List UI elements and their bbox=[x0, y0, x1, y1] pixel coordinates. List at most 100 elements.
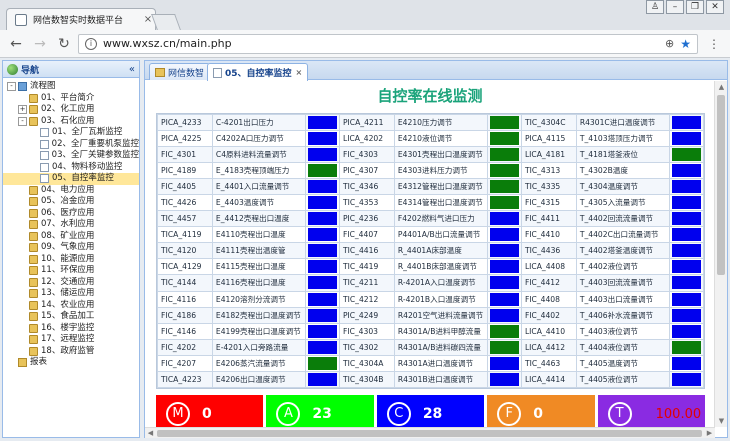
tab-autocontrol-monitor[interactable]: 05、自控率监控 × bbox=[207, 63, 309, 81]
tree-item[interactable]: 04、物料移动监控 bbox=[3, 162, 139, 174]
status-indicator bbox=[487, 354, 522, 372]
tree-item-label: 12、交通应用 bbox=[41, 276, 95, 287]
description-cell: E4303进料压力调节 bbox=[393, 162, 489, 180]
tree-item[interactable]: 16、楼宇监控 bbox=[3, 323, 139, 335]
status-indicator bbox=[487, 194, 522, 212]
doc-icon bbox=[40, 128, 49, 138]
close-tab-icon[interactable]: × bbox=[296, 68, 303, 77]
tree-item[interactable]: 01、平台简介 bbox=[3, 93, 139, 105]
vertical-scrollbar[interactable]: ▲ ▼ bbox=[714, 81, 727, 427]
tree-item[interactable]: 18、政府监管 bbox=[3, 346, 139, 358]
tree-item[interactable]: 10、能源应用 bbox=[3, 254, 139, 266]
description-cell: T_4402回流流量调节 bbox=[575, 210, 671, 228]
description-cell: R-4201A入口温度调节 bbox=[393, 274, 489, 292]
tree-item[interactable]: 03、全厂关键参数监控 bbox=[3, 150, 139, 162]
tree-item[interactable]: 04、电力应用 bbox=[3, 185, 139, 197]
description-cell: E_4403温度调节 bbox=[211, 194, 307, 212]
description-cell: T_4406补水流量调节 bbox=[575, 306, 671, 324]
mode-letter-icon: C bbox=[386, 402, 411, 426]
tree-item[interactable]: 06、医疗应用 bbox=[3, 208, 139, 220]
horizontal-scroll-thumb[interactable] bbox=[157, 430, 702, 437]
browser-tab[interactable]: 网信数智实时数据平台 × bbox=[6, 8, 156, 30]
tag-cell: TIC_4346 bbox=[338, 178, 395, 196]
tree-item-label: 05、冶金应用 bbox=[41, 196, 95, 206]
status-indicator bbox=[669, 210, 704, 228]
tab-home[interactable]: 网信数智 bbox=[149, 63, 211, 80]
folder-icon bbox=[29, 105, 38, 115]
folder-icon bbox=[29, 220, 38, 230]
tree-item[interactable]: 05、冶金应用 bbox=[3, 196, 139, 208]
restore-icon[interactable]: ❐ bbox=[686, 0, 704, 14]
tree-item[interactable]: 13、储运应用 bbox=[3, 288, 139, 300]
site-info-icon[interactable]: i bbox=[85, 37, 97, 50]
tree-item[interactable]: 08、矿业应用 bbox=[3, 231, 139, 243]
description-cell: E4210压力调节 bbox=[393, 113, 489, 132]
mode-count: 23 bbox=[312, 406, 332, 422]
status-indicator bbox=[669, 242, 704, 260]
reload-icon[interactable]: ↻ bbox=[54, 34, 74, 54]
status-indicator bbox=[487, 338, 522, 356]
horizontal-scrollbar[interactable]: ◀ ▶ bbox=[145, 427, 715, 438]
description-cell: T_4304温度调节 bbox=[575, 178, 671, 196]
status-indicator bbox=[669, 290, 704, 308]
collapse-node-icon[interactable]: - bbox=[7, 82, 16, 92]
tag-cell: LICA_4181 bbox=[520, 146, 577, 164]
close-window-icon[interactable]: ✕ bbox=[706, 0, 724, 14]
scroll-up-icon[interactable]: ▲ bbox=[715, 81, 728, 93]
tree-item[interactable]: 01、全厂瓦斯监控 bbox=[3, 127, 139, 139]
tree-item-label: 02、全厂重要机泵监控 bbox=[51, 138, 139, 149]
tree-item[interactable]: 07、水利应用 bbox=[3, 219, 139, 231]
url-text[interactable]: www.wxsz.cn/main.php bbox=[103, 37, 659, 50]
tree-item[interactable]: +02、化工应用 bbox=[3, 104, 139, 116]
tree-item[interactable]: 05、自控率监控 bbox=[3, 173, 139, 185]
scroll-left-icon[interactable]: ◀ bbox=[145, 428, 156, 439]
collapse-node-icon[interactable]: - bbox=[18, 116, 27, 126]
expand-node-icon[interactable]: + bbox=[18, 105, 27, 115]
tag-cell: FIC_4405 bbox=[157, 178, 213, 196]
tree-item-label: 09、气象应用 bbox=[41, 242, 95, 252]
browser-menu-icon[interactable]: ⋮ bbox=[704, 37, 724, 51]
description-cell: R4201空气进料流量调节 bbox=[393, 306, 489, 324]
mode-letter-icon: M bbox=[166, 402, 190, 426]
tag-cell: TICA_4119 bbox=[157, 226, 213, 244]
status-indicator bbox=[305, 322, 340, 340]
collapse-sidebar-icon[interactable]: « bbox=[129, 64, 135, 75]
table-row: FIC_4207 E4206蒸汽流量调节 TIC_4304A R4301A进口温度调节… bbox=[157, 354, 704, 372]
tree-item[interactable]: 12、交通应用 bbox=[3, 277, 139, 289]
table-row: PICA_4233 C-4201出口压力 PICA_4211 E4210压力调节 TIC… bbox=[157, 113, 704, 132]
minimize-icon[interactable]: – bbox=[666, 0, 684, 14]
tree-item[interactable]: 02、全厂重要机泵监控 bbox=[3, 139, 139, 151]
tree-item[interactable]: - 03、石化应用 bbox=[3, 116, 139, 128]
browser-toolbar: ← → ↻ i www.wxsz.cn/main.php ⊕ ★ ⋮ bbox=[0, 30, 730, 58]
tree-item-label: 03、石化应用 bbox=[41, 115, 95, 126]
tree-item[interactable]: - 流程图 bbox=[3, 81, 139, 93]
tag-cell: FIC_4207 bbox=[157, 354, 213, 372]
tree-item-label: 14、农业应用 bbox=[41, 299, 95, 310]
user-icon[interactable]: ♙ bbox=[646, 0, 664, 14]
status-indicator bbox=[305, 130, 340, 148]
tag-cell: LICA_4202 bbox=[338, 130, 395, 148]
tree-item[interactable]: 11、环保应用 bbox=[3, 265, 139, 277]
status-indicator bbox=[669, 130, 704, 148]
tree-item[interactable]: 14、农业应用 bbox=[3, 300, 139, 312]
tree-item[interactable]: 报表 bbox=[3, 357, 139, 369]
status-indicator bbox=[669, 258, 704, 276]
tag-cell: TIC_4335 bbox=[520, 178, 577, 196]
forward-arrow-icon[interactable]: → bbox=[30, 34, 50, 54]
description-cell: E4206出口温度调节 bbox=[211, 370, 307, 389]
tree-item[interactable]: 17、远程监控 bbox=[3, 334, 139, 346]
tree-item[interactable]: 09、气象应用 bbox=[3, 242, 139, 254]
scroll-right-icon[interactable]: ▶ bbox=[704, 428, 715, 439]
scroll-down-icon[interactable]: ▼ bbox=[715, 415, 728, 427]
back-arrow-icon[interactable]: ← bbox=[6, 34, 26, 54]
tree-item-label: 13、储运应用 bbox=[41, 288, 95, 298]
vertical-scroll-thumb[interactable] bbox=[717, 95, 725, 275]
bookmark-star-icon[interactable]: ★ bbox=[680, 37, 691, 51]
zoom-icon[interactable]: ⊕ bbox=[665, 37, 674, 50]
address-bar[interactable]: i www.wxsz.cn/main.php ⊕ ★ bbox=[78, 33, 698, 54]
status-indicator bbox=[305, 354, 340, 372]
new-tab-button[interactable] bbox=[151, 14, 181, 30]
status-indicator bbox=[305, 290, 340, 308]
browser-titlebar: 网信数智实时数据平台 × ♙ – ❐ ✕ bbox=[0, 0, 730, 30]
tree-item[interactable]: 15、食品加工 bbox=[3, 311, 139, 323]
